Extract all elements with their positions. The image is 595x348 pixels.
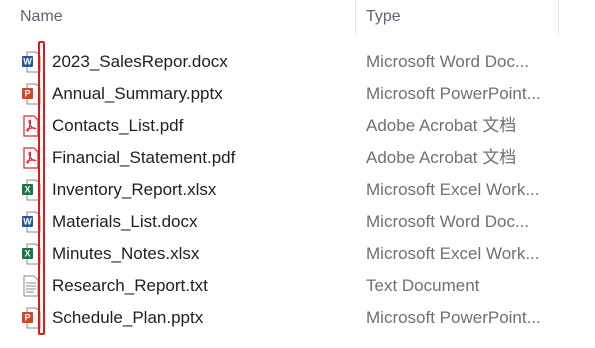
file-row[interactable]: W 2023_SalesRepor.docx Microsoft Word Do… xyxy=(0,46,595,78)
file-row[interactable]: P Schedule_Plan.pptx Microsoft PowerPoin… xyxy=(0,302,595,334)
file-name: Annual_Summary.pptx xyxy=(52,84,223,103)
column-header-row: Name Type xyxy=(0,0,595,34)
file-type: Adobe Acrobat 文档 xyxy=(366,116,517,135)
file-name: Financial_Statement.pdf xyxy=(52,148,236,167)
file-row[interactable]: Contacts_List.pdf Adobe Acrobat 文档 xyxy=(0,110,595,142)
file-type: Microsoft Excel Work... xyxy=(366,180,540,199)
file-name: Materials_List.docx xyxy=(52,212,198,231)
selection-highlight-box xyxy=(38,41,45,335)
svg-text:W: W xyxy=(23,57,32,67)
file-type: Adobe Acrobat 文档 xyxy=(366,148,517,167)
file-type: Microsoft Excel Work... xyxy=(366,244,540,263)
file-type: Microsoft PowerPoint... xyxy=(366,308,541,327)
svg-text:W: W xyxy=(23,217,32,227)
file-row[interactable]: X Inventory_Report.xlsx Microsoft Excel … xyxy=(0,174,595,206)
file-row[interactable]: Financial_Statement.pdf Adobe Acrobat 文档 xyxy=(0,142,595,174)
file-name: Contacts_List.pdf xyxy=(52,116,184,135)
column-header-name[interactable]: Name xyxy=(20,0,63,34)
file-row[interactable]: P Annual_Summary.pptx Microsoft PowerPoi… xyxy=(0,78,595,110)
file-row[interactable]: Research_Report.txt Text Document xyxy=(0,270,595,302)
file-list: W 2023_SalesRepor.docx Microsoft Word Do… xyxy=(0,46,595,334)
file-row[interactable]: W Materials_List.docx Microsoft Word Doc… xyxy=(0,206,595,238)
column-divider[interactable] xyxy=(558,0,559,34)
svg-text:P: P xyxy=(24,313,30,323)
file-name: Research_Report.txt xyxy=(52,276,208,295)
file-name: Schedule_Plan.pptx xyxy=(52,308,204,327)
svg-text:P: P xyxy=(24,89,30,99)
column-header-type[interactable]: Type xyxy=(366,0,401,34)
file-type: Microsoft PowerPoint... xyxy=(366,84,541,103)
svg-text:X: X xyxy=(24,249,30,259)
file-name: Minutes_Notes.xlsx xyxy=(52,244,200,263)
file-type: Microsoft Word Doc... xyxy=(366,212,530,231)
column-divider[interactable] xyxy=(355,0,356,34)
file-name: 2023_SalesRepor.docx xyxy=(52,52,228,71)
file-row[interactable]: X Minutes_Notes.xlsx Microsoft Excel Wor… xyxy=(0,238,595,270)
file-name: Inventory_Report.xlsx xyxy=(52,180,217,199)
file-type: Text Document xyxy=(366,276,480,295)
file-type: Microsoft Word Doc... xyxy=(366,52,530,71)
svg-text:X: X xyxy=(24,185,30,195)
